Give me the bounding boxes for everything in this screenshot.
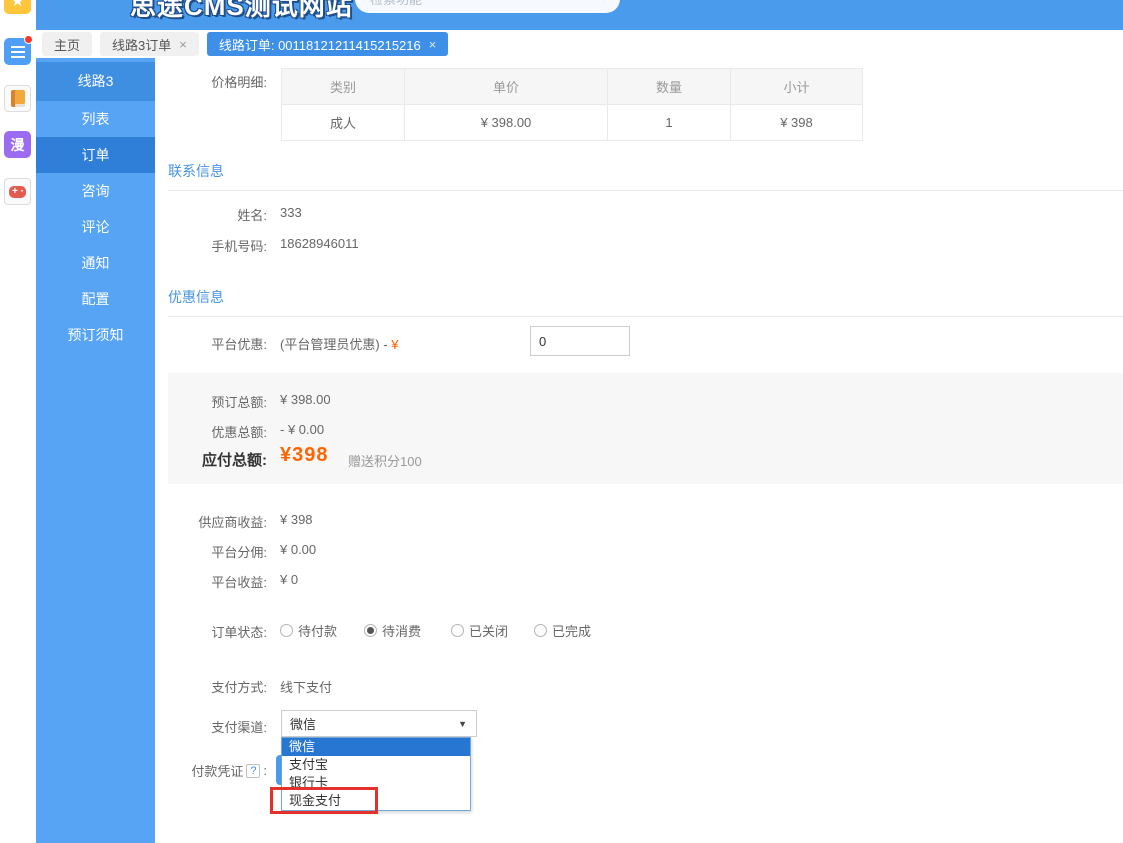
price-table-row: 成人 ¥ 398.00 1 ¥ 398 [282, 105, 863, 141]
tab-route-order-detail[interactable]: 线路订单: 00118121211415215216 × [207, 32, 449, 56]
supplier-revenue-label: 供应商收益: [155, 512, 267, 531]
order-status-row: 订单状态: 待付款 待消费 已关闭 已完成 [155, 622, 1123, 638]
manga-icon[interactable]: 漫 [4, 131, 31, 158]
sidebar-item-comments[interactable]: 评论 [36, 209, 155, 245]
sidebar-item-booking-notes[interactable]: 预订须知 [36, 317, 155, 353]
payment-channel-label: 支付渠道: [155, 717, 267, 736]
payable-total-label: 应付总额: [168, 449, 267, 470]
payable-total-value: ¥398 [280, 444, 329, 467]
radio-option-pending-consume[interactable]: 待消费 [364, 621, 451, 640]
radio-option-completed[interactable]: 已完成 [534, 621, 591, 640]
order-status-radio-group: 待付款 待消费 已关闭 已完成 [280, 621, 591, 640]
cell-subtotal: ¥ 398 [731, 105, 863, 141]
discount-amount-input[interactable] [530, 326, 630, 356]
price-detail-label: 价格明细: [155, 72, 267, 91]
search-icon-handle [599, 0, 605, 1]
phone-value: 18628946011 [280, 236, 359, 251]
news-icon[interactable] [4, 38, 31, 65]
chevron-down-icon: ▼ [458, 719, 467, 729]
platform-revenue-value: ¥ 0 [280, 572, 298, 587]
help-icon[interactable]: ? [246, 764, 260, 778]
radio-option-pending-payment[interactable]: 待付款 [280, 621, 364, 640]
section-heading-contact: 联系信息 [168, 161, 1123, 191]
tab-bar: 主页 线路3订单 × 线路订单: 00118121211415215216 × [36, 30, 1123, 58]
price-detail-table: 类别 单价 数量 小计 成人 ¥ 398.00 1 ¥ 398 [281, 68, 863, 141]
tab-route3-orders[interactable]: 线路3订单 × [100, 32, 199, 56]
sidebar-item-notice[interactable]: 通知 [36, 245, 155, 281]
favorites-star-icon[interactable]: ★ [4, 0, 31, 14]
book-icon[interactable] [4, 85, 31, 112]
top-header: 思途CMS测试网站 [36, 0, 1123, 30]
notification-dot [24, 35, 33, 44]
col-header-subtotal: 小计 [731, 69, 863, 105]
selected-channel-value: 微信 [290, 714, 316, 733]
col-header-quantity: 数量 [608, 69, 731, 105]
cell-category: 成人 [282, 105, 405, 141]
platform-discount-desc: (平台管理员优惠) - ¥ [280, 334, 398, 353]
close-icon[interactable]: × [179, 37, 187, 52]
radio-icon[interactable] [534, 624, 547, 637]
platform-commission-label: 平台分佣: [155, 542, 267, 561]
dropdown-option-wechat[interactable]: 微信 [282, 738, 470, 756]
cell-unit-price: ¥ 398.00 [405, 105, 608, 141]
book-glyph [11, 90, 25, 107]
price-table-header-row: 类别 单价 数量 小计 [282, 69, 863, 105]
name-value: 333 [280, 205, 302, 220]
payment-channel-select[interactable]: 微信 ▼ [281, 710, 477, 737]
sidebar-item-config[interactable]: 配置 [36, 281, 155, 317]
radio-option-closed[interactable]: 已关闭 [451, 621, 534, 640]
platform-commission-value: ¥ 0.00 [280, 542, 316, 557]
platform-discount-label: 平台优惠: [155, 334, 267, 353]
game-icon[interactable]: + · [4, 178, 31, 205]
gamepad-glyph: + · [9, 186, 26, 198]
name-label: 姓名: [155, 205, 267, 224]
payment-method-label: 支付方式: [155, 677, 267, 696]
booking-total-value: ¥ 398.00 [280, 392, 331, 407]
close-icon[interactable]: × [429, 37, 437, 52]
payment-method-value: 线下支付 [280, 677, 332, 696]
section-heading-discount: 优惠信息 [168, 287, 1123, 317]
sidebar: 线路3 列表 订单 咨询 评论 通知 配置 预订须知 [36, 58, 155, 843]
discount-total-label: 优惠总额: [168, 422, 267, 441]
dropdown-option-alipay[interactable]: 支付宝 [282, 756, 470, 774]
tab-home[interactable]: 主页 [42, 32, 92, 56]
currency-symbol: ¥ [391, 337, 398, 352]
news-lines-glyph [11, 46, 25, 58]
totals-summary-box: 预订总额: ¥ 398.00 优惠总额: - ¥ 0.00 应付总额: ¥398… [168, 373, 1123, 484]
radio-icon[interactable] [451, 624, 464, 637]
col-header-unit-price: 单价 [405, 69, 608, 105]
search-box [355, 0, 620, 13]
supplier-revenue-value: ¥ 398 [280, 512, 313, 527]
site-logo[interactable]: 思途CMS测试网站 [130, 0, 353, 23]
radio-icon[interactable] [280, 624, 293, 637]
search-input[interactable] [370, 0, 580, 13]
order-detail-panel: 价格明细: 类别 单价 数量 小计 成人 ¥ 398.00 1 ¥ 398 联系… [155, 58, 1123, 843]
app-window: ★ 漫 + · 思途CMS测试网站 主页 线路3订单 × 线路订单: 00118… [0, 0, 1123, 843]
sidebar-item-orders[interactable]: 订单 [36, 137, 155, 173]
radio-icon-checked[interactable] [364, 624, 377, 637]
sidebar-item-inquiry[interactable]: 咨询 [36, 173, 155, 209]
sidebar-item-list[interactable]: 列表 [36, 101, 155, 137]
app-dock: ★ 漫 + · [0, 0, 36, 843]
annotation-highlight-box [270, 787, 378, 814]
platform-revenue-label: 平台收益: [155, 572, 267, 591]
discount-total-value: - ¥ 0.00 [280, 422, 324, 437]
order-status-label: 订单状态: [155, 622, 267, 641]
cell-quantity: 1 [608, 105, 731, 141]
sidebar-title-route3[interactable]: 线路3 [36, 62, 155, 101]
payment-voucher-label: 付款凭证 ? : [155, 761, 267, 780]
booking-total-label: 预订总额: [168, 392, 267, 411]
bonus-points-note: 赠送积分100 [348, 451, 422, 470]
col-header-category: 类别 [282, 69, 405, 105]
phone-label: 手机号码: [155, 236, 267, 255]
